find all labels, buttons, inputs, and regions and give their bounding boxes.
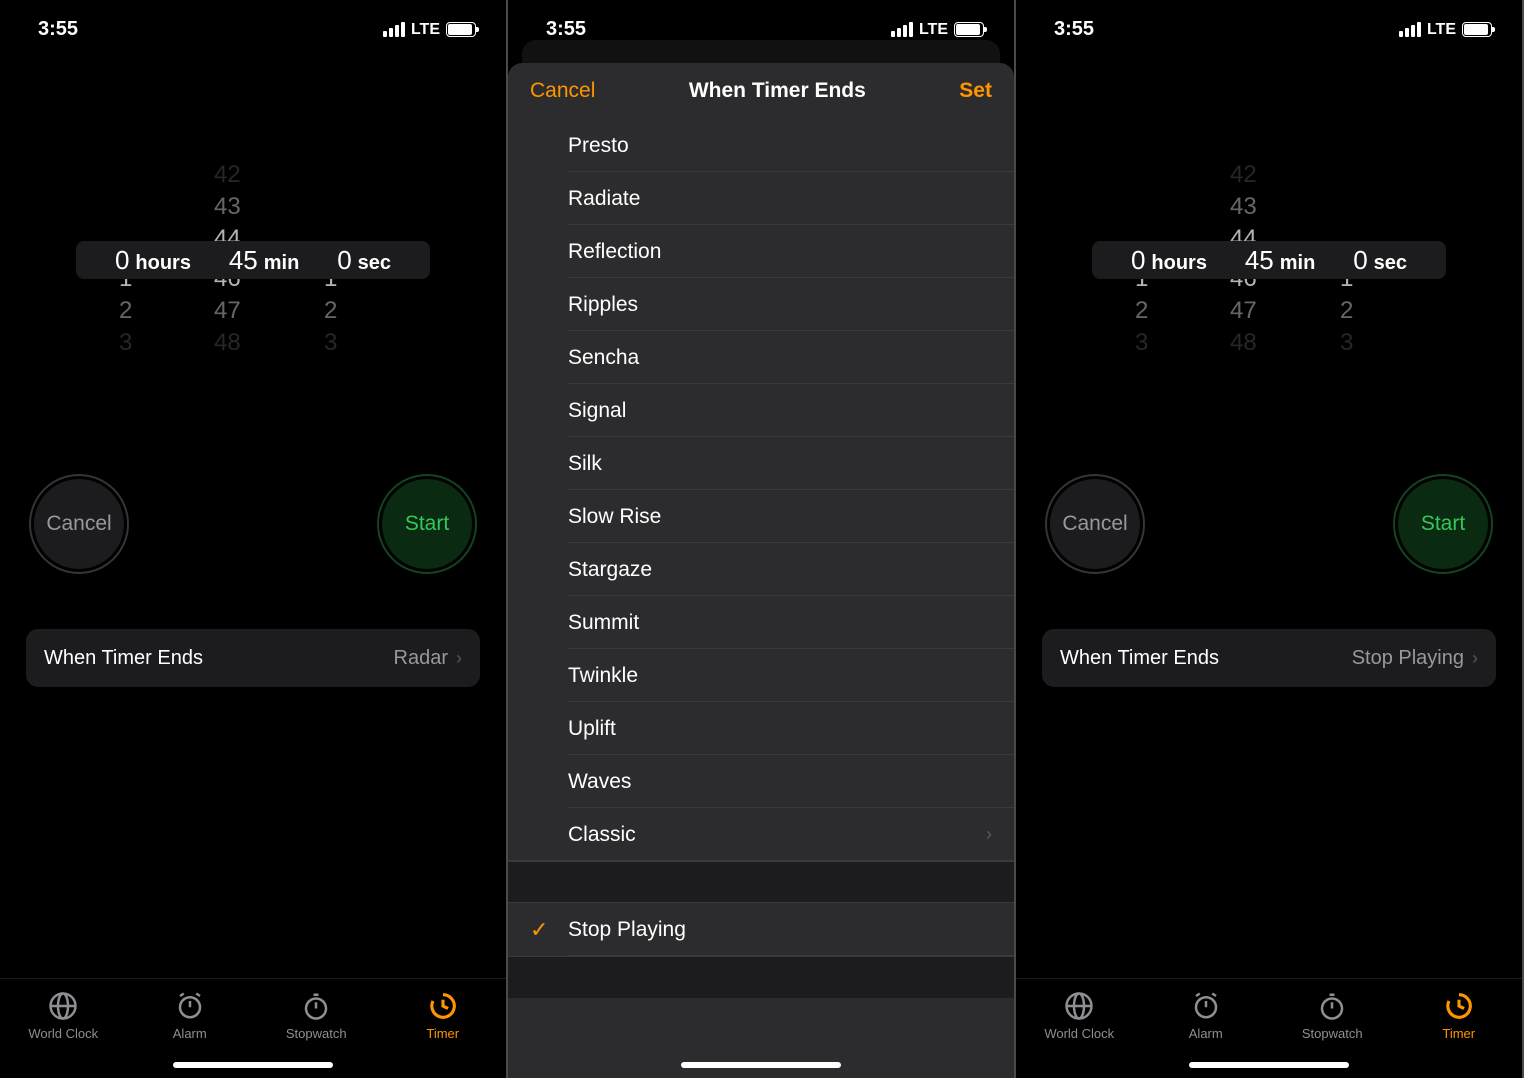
sound-option[interactable]: Waves — [508, 755, 1014, 808]
picker-sec[interactable]: 0sec — [337, 245, 391, 276]
screen-timer-radar: 3:55 LTE 42 43 44 46 47 48 1 2 3 — [0, 0, 506, 1078]
sound-option-stop-playing[interactable]: ✓ Stop Playing — [508, 903, 1014, 956]
sound-option[interactable]: Reflection — [508, 225, 1014, 278]
sound-option[interactable]: Signal — [508, 384, 1014, 437]
tab-world-clock[interactable]: World Clock — [1016, 991, 1143, 1078]
picker-min[interactable]: 45min — [1245, 245, 1315, 276]
sound-option[interactable]: Stargaze — [508, 543, 1014, 596]
checkmark-icon: ✓ — [530, 917, 548, 943]
home-indicator[interactable] — [173, 1062, 333, 1068]
picker-hours[interactable]: 0hours — [115, 245, 191, 276]
sound-option-classic[interactable]: Classic› — [508, 808, 1014, 861]
status-right: LTE — [383, 21, 476, 39]
when-value: Stop Playing — [1352, 647, 1464, 670]
picker-selection-band: 0hours 45min 0sec — [76, 241, 430, 279]
tab-timer[interactable]: Timer — [380, 991, 507, 1078]
chevron-right-icon: › — [986, 824, 992, 845]
sound-option[interactable]: Twinkle — [508, 649, 1014, 702]
status-bar: 3:55 LTE — [1016, 0, 1522, 49]
cancel-button[interactable]: Cancel — [1050, 479, 1140, 569]
sound-option[interactable]: Slow Rise — [508, 490, 1014, 543]
picker-min[interactable]: 45min — [229, 245, 299, 276]
sound-option[interactable]: Summit — [508, 596, 1014, 649]
sound-option[interactable]: Uplift — [508, 702, 1014, 755]
screen-sound-picker: 3:55 LTE Cancel When Timer Ends Set Pres… — [508, 0, 1014, 1078]
chevron-right-icon: › — [1472, 648, 1478, 669]
globe-icon — [48, 991, 78, 1021]
when-label: When Timer Ends — [44, 647, 203, 670]
stopwatch-icon — [1317, 991, 1347, 1021]
status-time: 3:55 — [546, 18, 586, 41]
timer-content: 42 43 44 46 47 48 1 2 3 1 2 3 — [0, 49, 506, 978]
battery-icon — [1462, 22, 1492, 37]
timer-buttons: Cancel Start — [1042, 479, 1496, 569]
cancel-button[interactable]: Cancel — [34, 479, 124, 569]
sound-option[interactable]: Presto — [508, 119, 1014, 172]
network-label: LTE — [919, 21, 948, 39]
sound-option[interactable]: Ripples — [508, 278, 1014, 331]
sheet-title: When Timer Ends — [689, 79, 866, 103]
timer-icon — [428, 991, 458, 1021]
when-value: Radar — [394, 647, 448, 670]
duration-picker[interactable]: 42 43 44 46 47 48 1 2 3 1 2 3 — [1042, 159, 1496, 359]
tab-timer[interactable]: Timer — [1396, 991, 1523, 1078]
screen-timer-stop-playing: 3:55 LTE 42 43 44 46 47 48 1 2 3 — [1016, 0, 1522, 1078]
network-label: LTE — [411, 21, 440, 39]
sheet-header: Cancel When Timer Ends Set — [508, 63, 1014, 119]
sound-picker-sheet: Cancel When Timer Ends Set Presto Radiat… — [508, 63, 1014, 1078]
network-label: LTE — [1427, 21, 1456, 39]
picker-selection-band: 0hours 45min 0sec — [1092, 241, 1446, 279]
status-time: 3:55 — [1054, 18, 1094, 41]
signal-icon — [383, 22, 405, 37]
sheet-cancel-button[interactable]: Cancel — [530, 79, 595, 103]
picker-sec[interactable]: 0sec — [1353, 245, 1407, 276]
stopwatch-icon — [301, 991, 331, 1021]
signal-icon — [1399, 22, 1421, 37]
status-right: LTE — [891, 21, 984, 39]
sound-option[interactable]: Radiate — [508, 172, 1014, 225]
start-button[interactable]: Start — [382, 479, 472, 569]
sound-option[interactable]: Sencha — [508, 331, 1014, 384]
chevron-right-icon: › — [456, 648, 462, 669]
sound-option[interactable]: Silk — [508, 437, 1014, 490]
alarm-icon — [1191, 991, 1221, 1021]
when-timer-ends-row[interactable]: When Timer Ends Radar › — [26, 629, 480, 687]
home-indicator[interactable] — [1189, 1062, 1349, 1068]
sound-list[interactable]: Presto Radiate Reflection Ripples Sencha… — [508, 119, 1014, 1078]
status-bar: 3:55 LTE — [0, 0, 506, 49]
sheet-set-button[interactable]: Set — [959, 79, 992, 103]
status-time: 3:55 — [38, 18, 78, 41]
alarm-icon — [175, 991, 205, 1021]
when-label: When Timer Ends — [1060, 647, 1219, 670]
duration-picker[interactable]: 42 43 44 46 47 48 1 2 3 1 2 3 — [26, 159, 480, 359]
tab-world-clock[interactable]: World Clock — [0, 991, 127, 1078]
battery-icon — [446, 22, 476, 37]
when-timer-ends-row[interactable]: When Timer Ends Stop Playing › — [1042, 629, 1496, 687]
timer-buttons: Cancel Start — [26, 479, 480, 569]
picker-hours[interactable]: 0hours — [1131, 245, 1207, 276]
globe-icon — [1064, 991, 1094, 1021]
home-indicator[interactable] — [681, 1062, 841, 1068]
list-separator — [508, 956, 1014, 998]
list-separator — [508, 861, 1014, 903]
status-right: LTE — [1399, 21, 1492, 39]
timer-icon — [1444, 991, 1474, 1021]
timer-content: 42 43 44 46 47 48 1 2 3 1 2 3 — [1016, 49, 1522, 978]
signal-icon — [891, 22, 913, 37]
start-button[interactable]: Start — [1398, 479, 1488, 569]
battery-icon — [954, 22, 984, 37]
